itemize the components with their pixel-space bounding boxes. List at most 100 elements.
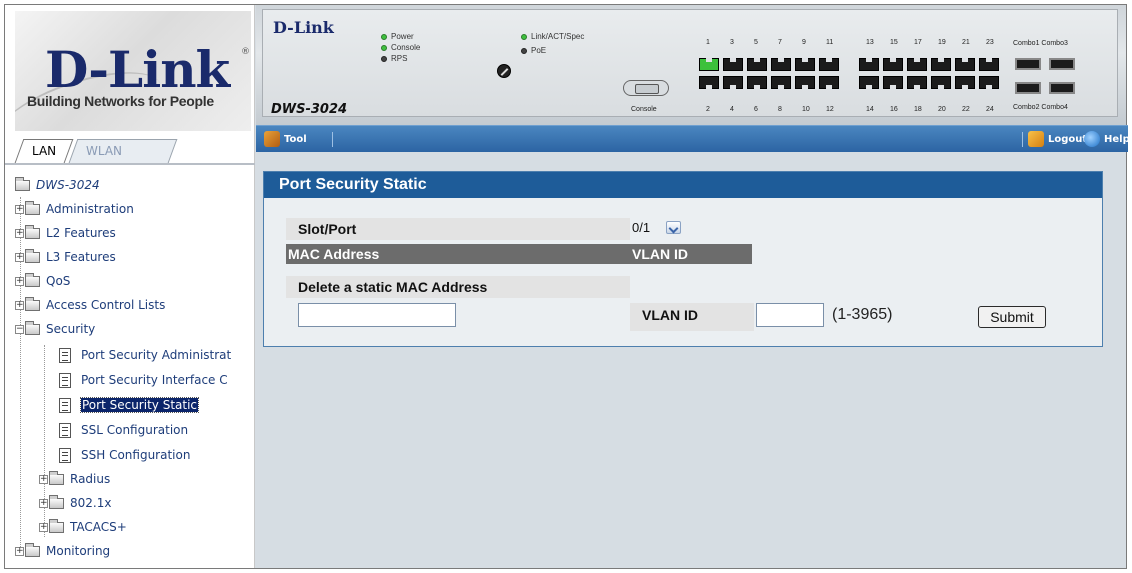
tree-item-label: Access Control Lists — [46, 298, 166, 312]
tree-item-ssl-configuration[interactable]: SSL Configuration — [59, 420, 188, 440]
tree-item-label: Monitoring — [46, 544, 111, 558]
tree-root[interactable]: DWS-3024 — [15, 175, 100, 195]
tree-item-monitoring[interactable]: + Monitoring — [15, 541, 110, 561]
ethernet-port-5[interactable] — [747, 58, 767, 71]
ethernet-port-24[interactable] — [979, 76, 999, 89]
led-icon — [381, 33, 387, 40]
slot-port-value: 0/1 — [632, 220, 651, 235]
folder-icon — [25, 225, 40, 239]
ethernet-port-16[interactable] — [883, 76, 903, 89]
expand-icon[interactable]: + — [39, 475, 48, 484]
ethernet-port-15[interactable] — [883, 58, 903, 71]
tree-item-label: SSL Configuration — [81, 423, 189, 437]
expand-icon[interactable]: + — [15, 205, 24, 214]
port-number-label: 15 — [890, 39, 898, 46]
port-number-label: 12 — [826, 106, 834, 113]
ethernet-port-13[interactable] — [859, 58, 879, 71]
chevron-down-icon[interactable] — [666, 221, 681, 234]
ethernet-port-20[interactable] — [931, 76, 951, 89]
port-number-label: 20 — [938, 106, 946, 113]
combo-bottom-label: Combo2 Combo4 — [1013, 104, 1068, 111]
expand-icon[interactable]: + — [15, 547, 24, 556]
tree-item-l2-features[interactable]: + L2 Features — [15, 223, 116, 243]
combo-port-2[interactable] — [1015, 82, 1041, 94]
combo-port-1[interactable] — [1015, 58, 1041, 70]
ethernet-port-9[interactable] — [795, 58, 815, 71]
ethernet-port-10[interactable] — [795, 76, 815, 89]
tree-item-qos[interactable]: + QoS — [15, 271, 70, 291]
mode-button-icon[interactable] — [497, 64, 511, 78]
ethernet-port-8[interactable] — [771, 76, 791, 89]
toolbar-divider — [332, 132, 333, 147]
tree-item-radius[interactable]: + Radius — [39, 469, 110, 489]
ethernet-port-4[interactable] — [723, 76, 743, 89]
tab-lan[interactable]: LAN — [14, 139, 74, 163]
expand-icon[interactable]: + — [15, 301, 24, 310]
ethernet-port-6[interactable] — [747, 76, 767, 89]
tab-wlan[interactable]: WLAN — [68, 139, 178, 163]
combo-port-3[interactable] — [1049, 58, 1075, 70]
mac-address-input[interactable] — [298, 303, 456, 327]
ethernet-port-21[interactable] — [955, 58, 975, 71]
port-number-label: 9 — [802, 39, 806, 46]
help-button[interactable]: Help — [1084, 126, 1130, 153]
device-brand: D-Link — [273, 18, 334, 37]
port-number-label: 8 — [778, 106, 782, 113]
expand-icon[interactable]: + — [15, 229, 24, 238]
ethernet-port-19[interactable] — [931, 58, 951, 71]
tree-item-port-security-static[interactable]: Port Security Static — [59, 395, 200, 415]
led-label: Console — [391, 43, 421, 52]
tool-icon — [264, 131, 280, 147]
tree-root-label: DWS-3024 — [36, 178, 100, 192]
expand-icon[interactable]: + — [39, 523, 48, 532]
tree-item-label: Security — [46, 322, 96, 336]
tree-item-label: SSH Configuration — [81, 448, 191, 462]
console-led: Console — [381, 43, 420, 52]
collapse-icon[interactable]: − — [15, 325, 24, 334]
logout-button[interactable]: Logout — [1028, 126, 1087, 153]
tree-item-security[interactable]: − Security — [15, 319, 95, 339]
folder-icon — [25, 249, 40, 263]
ethernet-port-23[interactable] — [979, 58, 999, 71]
ethernet-port-18[interactable] — [907, 76, 927, 89]
slot-port-select[interactable]: 0/1 — [630, 218, 692, 238]
vlan-id-input[interactable] — [756, 303, 824, 327]
tree-item-administration[interactable]: + Administration — [15, 199, 134, 219]
expand-icon[interactable]: + — [39, 499, 48, 508]
device-model: DWS-3024 — [271, 102, 348, 117]
tree-item-access-control-lists[interactable]: + Access Control Lists — [15, 295, 165, 315]
tree-item-ssh-configuration[interactable]: SSH Configuration — [59, 445, 190, 465]
power-led: Power — [381, 32, 414, 41]
folder-icon — [25, 273, 40, 287]
console-port[interactable] — [623, 80, 669, 96]
tree-item-l3-features[interactable]: + L3 Features — [15, 247, 116, 267]
ethernet-port-12[interactable] — [819, 76, 839, 89]
ethernet-port-17[interactable] — [907, 58, 927, 71]
tree-item-tacacs[interactable]: + TACACS+ — [39, 517, 127, 537]
expand-icon[interactable]: + — [15, 277, 24, 286]
tree-item-label: Port Security Interface C — [81, 373, 228, 387]
led-label: PoE — [531, 46, 547, 55]
ethernet-port-22[interactable] — [955, 76, 975, 89]
ethernet-port-2[interactable] — [699, 76, 719, 89]
help-label: Help — [1104, 134, 1130, 145]
tool-menu[interactable]: Tool — [264, 126, 307, 153]
tree-item-port-security-interface[interactable]: Port Security Interface C — [59, 370, 228, 390]
ethernet-port-7[interactable] — [771, 58, 791, 71]
poe-led: PoE — [521, 46, 546, 55]
port-number-label: 22 — [962, 106, 970, 113]
ethernet-port-3[interactable] — [723, 58, 743, 71]
tree-item-8021x[interactable]: +802.1x — [39, 493, 111, 513]
ethernet-port-14[interactable] — [859, 76, 879, 89]
expand-icon[interactable]: + — [15, 253, 24, 262]
folder-icon — [49, 519, 64, 533]
tree-item-port-security-administration[interactable]: Port Security Administrat — [59, 345, 231, 365]
ethernet-port-1[interactable] — [699, 58, 719, 71]
mac-address-column-header: MAC Address — [286, 244, 630, 264]
application-frame: D-Link ® Building Networks for People LA… — [4, 4, 1130, 569]
submit-button[interactable]: Submit — [978, 306, 1046, 328]
ethernet-port-11[interactable] — [819, 58, 839, 71]
combo-port-4[interactable] — [1049, 82, 1075, 94]
logout-icon — [1028, 131, 1044, 147]
led-icon — [521, 47, 527, 54]
